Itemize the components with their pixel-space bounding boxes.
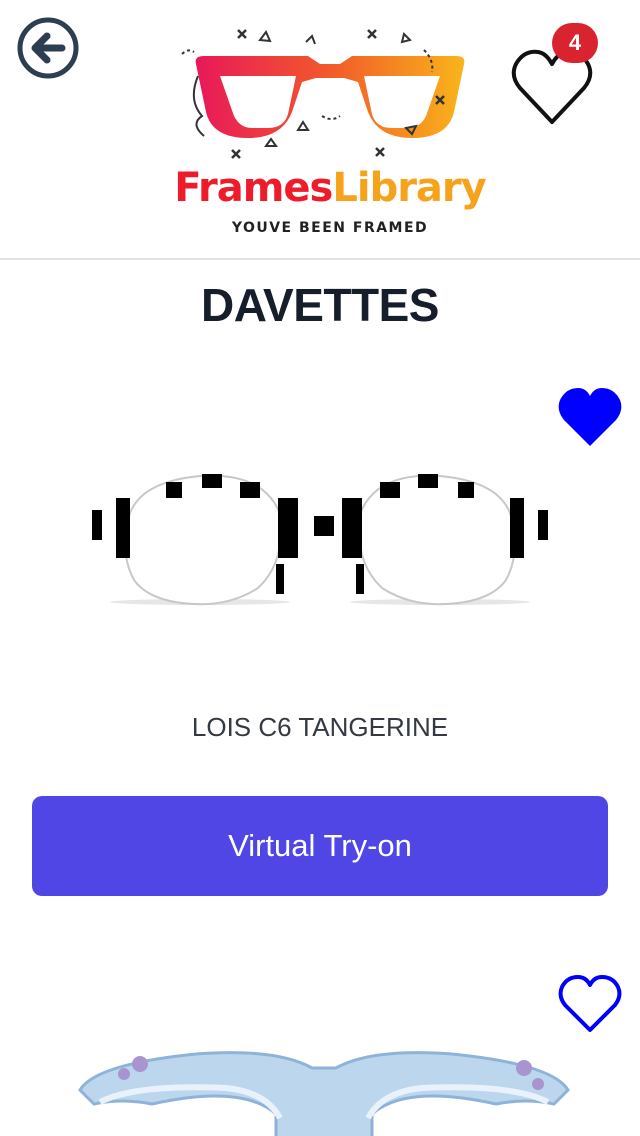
virtual-try-on-button[interactable]: Virtual Try-on xyxy=(32,796,608,896)
favorite-toggle-button[interactable] xyxy=(556,386,624,450)
product-card: LOIS C6 TANGERINE Virtual Try-on xyxy=(0,370,640,910)
product-card xyxy=(0,960,640,1136)
product-name: LOIS C6 TANGERINE xyxy=(191,712,449,742)
logo-word-library: Library xyxy=(332,165,486,211)
arrow-left-icon xyxy=(17,17,79,79)
frames-photo xyxy=(92,474,548,606)
logo-tagline: YOUVE BEEN FRAMED xyxy=(231,220,429,236)
glasses-logo-icon xyxy=(181,29,465,159)
app-header: FramesLibrary YOUVE BEEN FRAMED 4 xyxy=(0,0,640,260)
logo-wordmark: FramesLibrary xyxy=(168,164,492,212)
heart-outline-icon xyxy=(558,975,622,1032)
product-image[interactable] xyxy=(76,1044,572,1136)
heart-filled-icon xyxy=(558,388,622,446)
frames-photo xyxy=(78,1051,570,1136)
page-title: DAVETTES xyxy=(201,279,439,331)
back-button[interactable] xyxy=(16,16,80,80)
product-image[interactable] xyxy=(80,454,560,614)
frames-library-logo: FramesLibrary YOUVE BEEN FRAMED xyxy=(168,20,492,240)
logo-word-frames: Frames xyxy=(174,165,333,211)
favorite-toggle-button[interactable] xyxy=(556,972,624,1036)
wishlist-count-badge: 4 xyxy=(552,23,598,63)
